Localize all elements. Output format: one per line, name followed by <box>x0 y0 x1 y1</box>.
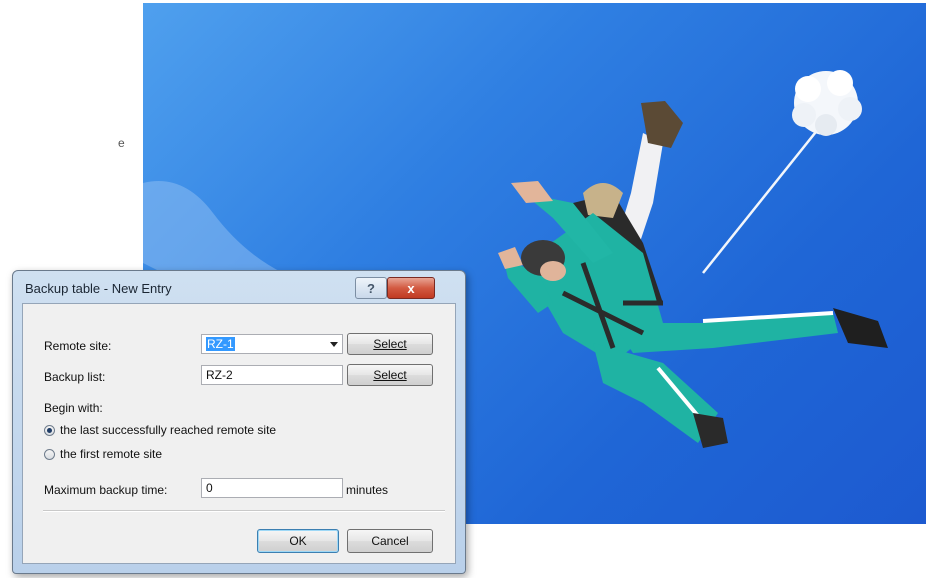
chevron-down-icon <box>330 342 338 347</box>
drogue-chute <box>792 70 862 136</box>
radio-button-checked[interactable] <box>44 424 55 436</box>
dialog-titlebar[interactable]: Backup table - New Entry ? x <box>13 271 465 301</box>
stray-text: e <box>118 136 125 150</box>
radio-first-site[interactable]: the first remote site <box>44 447 162 461</box>
max-backup-time-field[interactable]: 0 <box>201 478 343 498</box>
remote-site-select-button[interactable]: Select <box>347 333 433 355</box>
close-icon: x <box>407 280 415 296</box>
max-backup-time-value: 0 <box>206 481 213 495</box>
close-button[interactable]: x <box>387 277 435 299</box>
backup-list-label: Backup list: <box>44 370 106 384</box>
backup-list-value: RZ-2 <box>206 368 233 382</box>
backup-list-field[interactable]: RZ-2 <box>201 365 343 385</box>
begin-with-label: Begin with: <box>44 401 103 415</box>
backup-list-select-button[interactable]: Select <box>347 364 433 386</box>
help-icon: ? <box>367 280 375 296</box>
divider <box>43 510 445 512</box>
radio-last-reached-label: the last successfully reached remote sit… <box>60 423 277 437</box>
cancel-button[interactable]: Cancel <box>347 529 433 553</box>
radio-last-reached[interactable]: the last successfully reached remote sit… <box>44 423 276 437</box>
backup-table-dialog: Backup table - New Entry ? x Remote site… <box>12 270 466 574</box>
ok-button[interactable]: OK <box>257 529 339 553</box>
remote-site-label: Remote site: <box>44 339 112 353</box>
max-backup-time-label: Maximum backup time: <box>44 483 168 497</box>
minutes-unit-label: minutes <box>346 483 389 497</box>
radio-first-site-label: the first remote site <box>60 447 163 461</box>
remote-site-value: RZ-1 <box>206 337 235 351</box>
remote-site-dropdown[interactable]: RZ-1 <box>201 334 343 354</box>
radio-button-unchecked[interactable] <box>44 448 55 460</box>
dialog-title: Backup table - New Entry <box>25 281 172 296</box>
help-button[interactable]: ? <box>355 277 387 299</box>
dialog-client-area: Remote site: RZ-1 Select Backup list: RZ… <box>22 303 456 564</box>
